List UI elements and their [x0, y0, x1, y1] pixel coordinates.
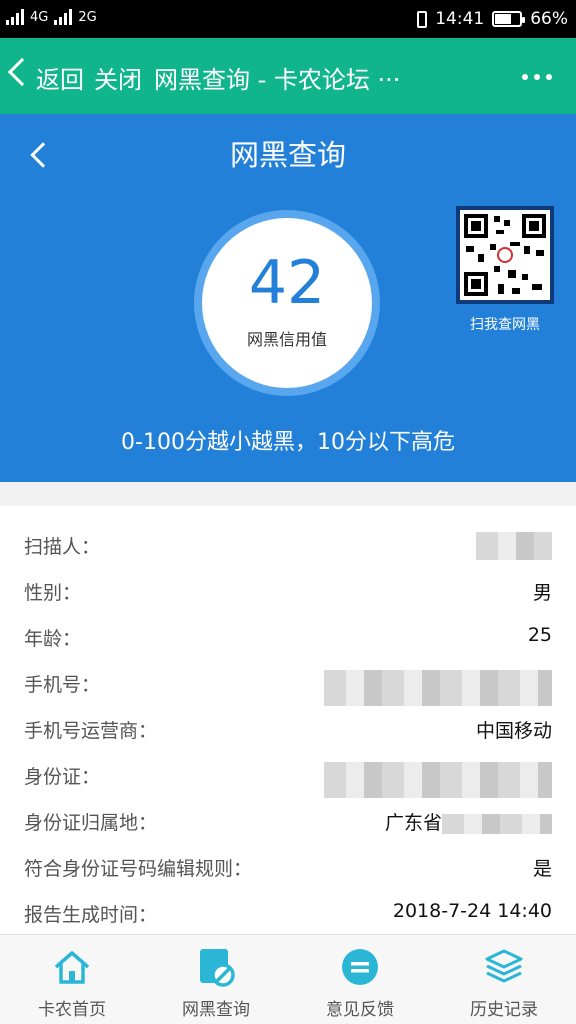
nav-blacklist-query[interactable]: 网黑查询	[144, 935, 288, 1024]
browser-bar: 返回 关闭 网黑查询 - 卡农论坛 ···	[0, 38, 576, 114]
battery-percent: 66%	[530, 9, 568, 29]
more-options-icon[interactable]	[522, 74, 552, 80]
score-hint: 0-100分越小越黑，10分以下高危	[121, 430, 455, 455]
detail-label: 扫描人：	[24, 536, 101, 558]
detail-label: 手机号：	[24, 674, 101, 696]
detail-label: 手机号运营商：	[24, 720, 158, 742]
nav-home-label: 卡农首页	[38, 1000, 106, 1020]
battery-icon	[492, 11, 526, 27]
detail-value: 是	[532, 858, 552, 880]
report-details: 扫描人： 性别： 男 年龄： 25 手机号： 手机号运营商： 中国移动 身份证：…	[0, 506, 576, 934]
detail-value: 中国移动	[475, 720, 552, 742]
detail-row-carrier: 手机号运营商： 中国移动	[0, 708, 576, 752]
detail-value-obscured	[324, 762, 552, 803]
battery-fill	[495, 14, 512, 24]
nav-history-label: 历史记录	[470, 1000, 538, 1020]
detail-row-gender: 性别： 男	[0, 570, 576, 614]
detail-row-phone: 手机号：	[0, 662, 576, 706]
detail-row-idcard: 身份证：	[0, 754, 576, 798]
credit-score: 42	[248, 248, 326, 318]
back-button[interactable]: 返回	[36, 60, 84, 95]
score-ring: 42 网黑信用值	[194, 210, 380, 396]
detail-row-age: 年龄： 25	[0, 616, 576, 660]
network-type-2: 2G	[78, 9, 97, 25]
detail-label: 年龄：	[24, 628, 82, 650]
status-bar: 4G 2G 14:41 66%	[0, 0, 576, 38]
detail-value-obscured	[324, 670, 552, 711]
detail-label: 报告生成时间：	[24, 904, 158, 926]
credit-score-label: 网黑信用值	[246, 330, 327, 349]
nav-blacklist-query-label: 网黑查询	[182, 1000, 250, 1020]
header-title: 网黑查询	[229, 138, 346, 172]
detail-label: 身份证归属地：	[24, 812, 158, 834]
qr-code-label: 扫我查网黑	[470, 317, 540, 333]
qr-code-icon[interactable]	[456, 206, 554, 304]
detail-row-id-valid: 符合身份证号码编辑规则： 是	[0, 846, 576, 890]
detail-value: 男	[532, 582, 552, 604]
history-layers-icon	[485, 949, 523, 983]
signal-icon	[6, 9, 24, 25]
detail-label: 性别：	[24, 582, 82, 604]
detail-value: 2018-7-24 14:40	[392, 900, 552, 922]
detail-row-id-origin: 身份证归属地： 广东省	[0, 800, 576, 844]
status-right: 14:41 66%	[417, 9, 568, 29]
nav-feedback-label: 意见反馈	[326, 1000, 394, 1020]
blacklist-query-icon	[200, 949, 235, 987]
page-title: 网黑查询 - 卡农论坛 ···	[154, 66, 401, 94]
nav-history[interactable]: 历史记录	[432, 935, 576, 1024]
score-header: 网黑查询 42 网黑信用值 扫我查网黑 0-100分越小越黑，10分以下高危	[0, 114, 576, 482]
network-type-1: 4G	[30, 9, 49, 25]
detail-row-report-time: 报告生成时间： 2018-7-24 14:40	[0, 892, 576, 936]
detail-label: 符合身份证号码编辑规则：	[24, 858, 253, 880]
nav-feedback[interactable]: 意见反馈	[288, 935, 432, 1024]
detail-label: 身份证：	[24, 766, 101, 788]
vibrate-icon	[417, 10, 428, 28]
feedback-icon	[342, 949, 378, 985]
signal-icon-2	[54, 9, 73, 25]
close-button[interactable]: 关闭	[94, 60, 142, 95]
status-left: 4G 2G	[6, 9, 97, 25]
detail-value-obscured	[476, 532, 552, 565]
score-circle: 42 网黑信用值	[202, 218, 372, 388]
clock: 14:41	[435, 9, 485, 29]
bottom-nav: 卡农首页 网黑查询 意见反馈 历史记录	[0, 934, 576, 1024]
detail-value: 25	[527, 624, 552, 646]
nav-home[interactable]: 卡农首页	[0, 935, 144, 1024]
back-chevron-icon[interactable]	[7, 57, 37, 87]
detail-row-scanner: 扫描人：	[0, 524, 576, 568]
detail-value: 广东省	[385, 808, 552, 835]
home-icon	[54, 951, 90, 984]
